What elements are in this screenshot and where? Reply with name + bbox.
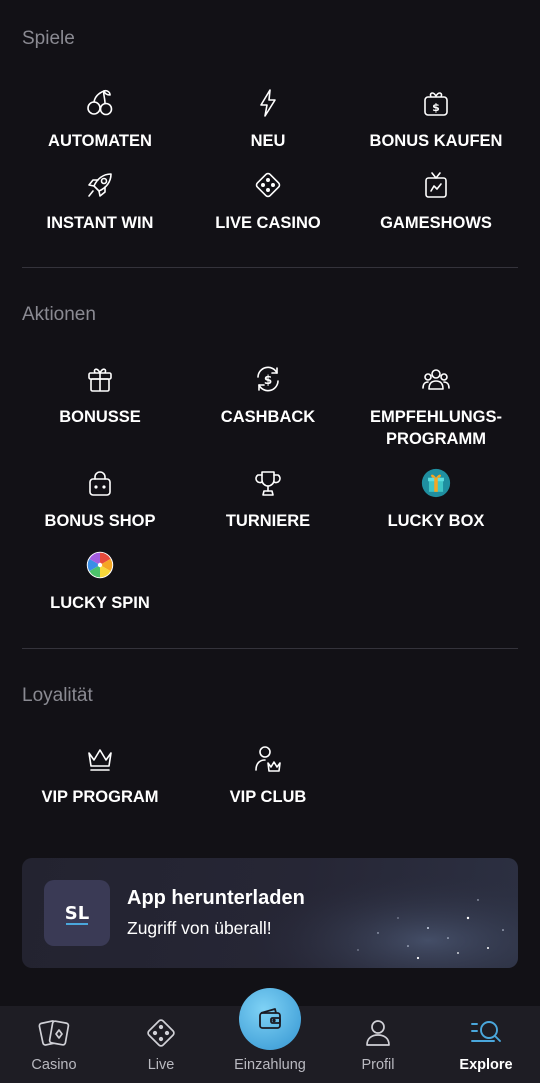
category-turniere[interactable]: TURNIERE — [183, 466, 353, 532]
category-cashback[interactable]: $ CASHBACK — [183, 362, 353, 428]
nav-label: Live — [147, 1057, 175, 1073]
category-label: VIP CLUB — [229, 788, 307, 806]
nav-explore[interactable]: Explore — [436, 1006, 536, 1083]
dice-icon — [251, 168, 285, 202]
app-download-banner[interactable]: SL App herunterladen Zugriff von überall… — [22, 858, 518, 968]
wallet-icon — [259, 1008, 281, 1029]
category-live-casino[interactable]: LIVE CASINO — [183, 168, 353, 234]
lucky-spin-icon — [83, 548, 117, 582]
rocket-icon — [83, 168, 117, 202]
app-logo-text: SL — [65, 903, 89, 924]
dice-icon — [144, 1016, 178, 1050]
nav-label: Casino — [31, 1057, 77, 1073]
category-label: EMPFEHLUNGS- PROGRAMM — [370, 408, 502, 448]
category-bonusse[interactable]: BONUSSE — [15, 362, 185, 428]
category-label: GAMESHOWS — [380, 214, 492, 232]
category-label: LIVE CASINO — [215, 214, 321, 232]
category-label: LUCKY BOX — [387, 512, 485, 530]
category-label: BONUS KAUFEN — [369, 132, 503, 150]
category-instant-win[interactable]: INSTANT WIN — [15, 168, 185, 234]
category-label: BONUS SHOP — [44, 512, 156, 530]
category-label: VIP PROGRAM — [41, 788, 159, 806]
nav-label: Explore — [459, 1057, 513, 1073]
app-logo-mark: SL — [65, 903, 89, 925]
category-label: TURNIERE — [225, 512, 311, 530]
lucky-box-icon — [419, 466, 453, 500]
cards-icon — [37, 1016, 71, 1050]
category-label: INSTANT WIN — [46, 214, 154, 232]
divider — [22, 267, 518, 268]
category-label: CASHBACK — [220, 408, 316, 426]
category-label: AUTOMATEN — [48, 132, 152, 150]
user-icon — [361, 1016, 395, 1050]
crown-icon — [83, 742, 117, 776]
category-gameshows[interactable]: GAMESHOWS — [351, 168, 521, 234]
banner-title: App herunterladen — [127, 887, 305, 909]
search-list-icon — [469, 1016, 503, 1050]
tv-icon — [419, 168, 453, 202]
section-title-promotions: Aktionen — [22, 304, 96, 325]
category-vip-program[interactable]: VIP PROGRAM — [15, 742, 185, 808]
section-title-games: Spiele — [22, 28, 75, 49]
sparkle-decoration — [218, 858, 518, 968]
category-label: LUCKY SPIN — [50, 594, 150, 612]
explore-page: Spiele AUTOMATEN NEU $ BONUS KAUFEN INST… — [0, 0, 540, 1083]
category-bonus-kaufen[interactable]: $ BONUS KAUFEN — [351, 86, 521, 152]
nav-label: Profil — [361, 1057, 395, 1073]
nav-profile[interactable]: Profil — [328, 1006, 428, 1083]
category-lucky-box[interactable]: LUCKY BOX — [351, 466, 521, 532]
cashback-icon: $ — [251, 362, 285, 396]
app-logo: SL — [44, 880, 110, 946]
banner-subtitle: Zugriff von überall! — [127, 918, 272, 938]
trophy-icon — [251, 466, 285, 500]
gift-icon — [83, 362, 117, 396]
category-label: NEU — [250, 132, 286, 150]
category-empfehlungsprogramm[interactable]: EMPFEHLUNGS- PROGRAMM — [351, 362, 521, 450]
nav-live[interactable]: Live — [111, 1006, 211, 1083]
svg-text:$: $ — [264, 373, 272, 387]
bottom-navigation: Casino Live Einzahlung Profil Explore — [0, 988, 540, 1083]
nav-label: Einzahlung — [234, 1057, 306, 1073]
category-automaten[interactable]: AUTOMATEN — [15, 86, 185, 152]
people-icon — [419, 362, 453, 396]
section-title-loyalty: Loyalität — [22, 685, 93, 706]
nav-casino[interactable]: Casino — [4, 1006, 104, 1083]
category-neu[interactable]: NEU — [183, 86, 353, 152]
category-lucky-spin[interactable]: LUCKY SPIN — [15, 548, 185, 614]
cherries-icon — [83, 86, 117, 120]
shopping-bag-icon — [83, 466, 117, 500]
gift-dollar-icon: $ — [419, 86, 453, 120]
category-vip-club[interactable]: VIP CLUB — [183, 742, 353, 808]
deposit-button[interactable] — [239, 988, 301, 1050]
divider — [22, 648, 518, 649]
svg-text:$: $ — [432, 101, 440, 114]
category-label: BONUSSE — [59, 408, 141, 426]
user-crown-icon — [251, 742, 285, 776]
lightning-icon — [251, 86, 285, 120]
category-bonus-shop[interactable]: BONUS SHOP — [15, 466, 185, 532]
